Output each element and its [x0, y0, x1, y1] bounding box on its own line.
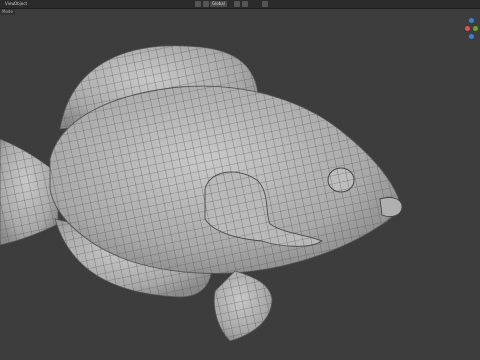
falloff-icon[interactable] — [262, 1, 268, 7]
3d-viewport[interactable] — [0, 9, 480, 360]
proportional-edit-icon[interactable] — [242, 1, 248, 7]
object-menu[interactable]: Object — [14, 0, 27, 8]
fish-mouth — [379, 196, 403, 218]
transform-orientation-dropdown[interactable]: Global — [210, 1, 227, 7]
x-axis-icon[interactable] — [465, 26, 470, 31]
viewport-header: View Object Global — [0, 0, 480, 9]
z-neg-axis-icon[interactable] — [469, 34, 474, 39]
navigation-gizmo[interactable] — [464, 17, 480, 43]
cursor-icon[interactable] — [203, 1, 209, 7]
y-axis-icon[interactable] — [473, 26, 478, 31]
transform-pivot-icon[interactable] — [195, 1, 201, 7]
snap-icon[interactable] — [234, 1, 240, 7]
fish-mesh[interactable] — [0, 45, 403, 342]
z-axis-icon[interactable] — [469, 18, 474, 23]
